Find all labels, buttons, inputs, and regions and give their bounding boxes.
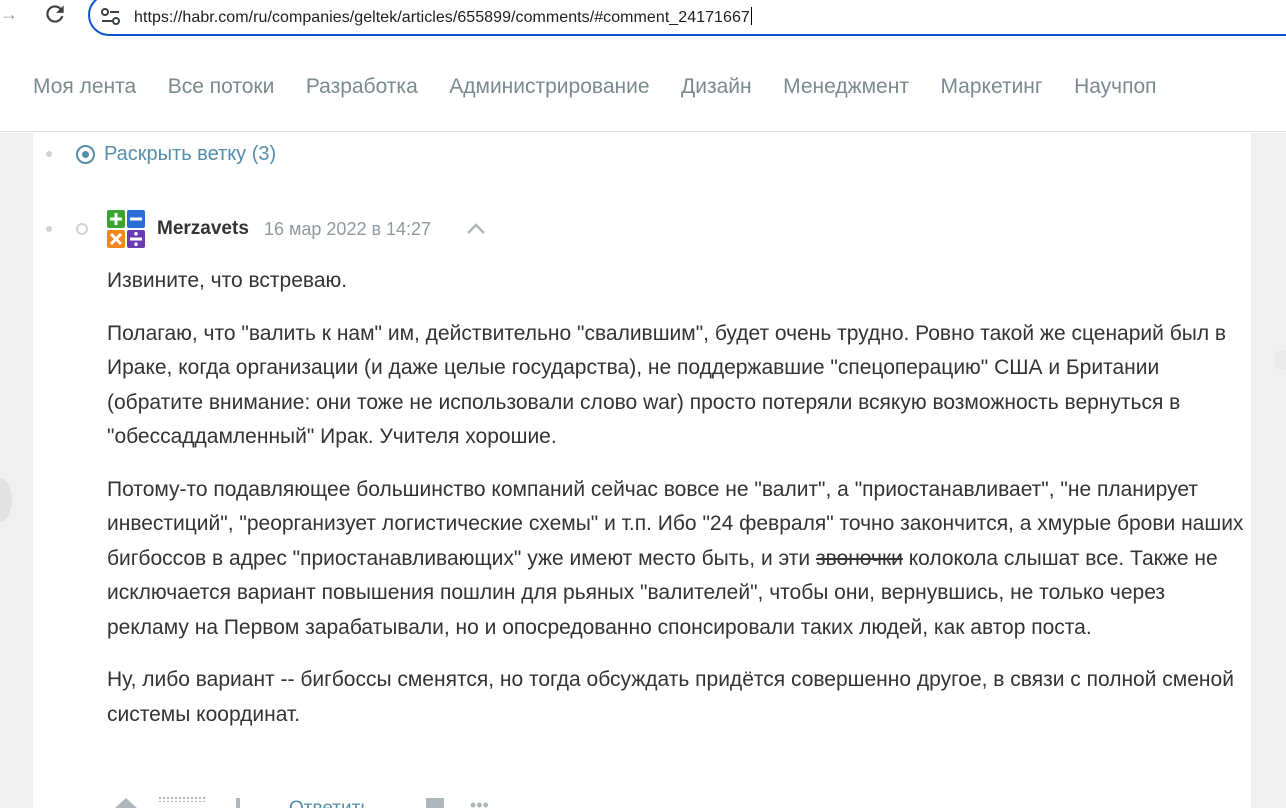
calculator-avatar[interactable] — [107, 210, 145, 248]
comment-actions: Ответить ••• — [0, 792, 600, 808]
nav-item-popsci[interactable]: Научпоп — [1074, 75, 1156, 99]
comment-paragraph: Ну, либо вариант -- бигбоссы сменятся, н… — [107, 668, 1234, 726]
arrow-down-icon[interactable] — [236, 798, 240, 808]
url-input[interactable]: https://habr.com/ru/companies/geltek/art… — [134, 7, 752, 27]
chevron-up-icon[interactable] — [466, 221, 486, 235]
bookmark-icon[interactable] — [426, 798, 444, 808]
nav-item-all-streams[interactable]: Все потоки — [168, 75, 275, 99]
comment-ring-icon — [76, 223, 88, 235]
comment-author[interactable]: Merzavets — [157, 218, 249, 240]
nav-item-management[interactable]: Менеджмент — [783, 75, 909, 99]
nav-item-development[interactable]: Разработка — [306, 75, 418, 99]
comment-paragraph: Полагаю, что "валить к нам" им, действит… — [107, 321, 1227, 449]
comment-paragraph: Потому-то подавляющее большинство компан… — [107, 473, 1247, 646]
arrow-right-icon[interactable]: → — [0, 2, 20, 26]
habr-top-nav: Моя лента Все потоки Разработка Админист… — [0, 36, 1286, 132]
comment-body: Извините, что встреваю. Полагаю, что "ва… — [107, 264, 1247, 750]
thread-bullet — [46, 151, 52, 157]
nav-list: Моя лента Все потоки Разработка Админист… — [33, 75, 1188, 99]
target-icon — [76, 145, 95, 164]
expand-branch-label: Раскрыть ветку (3) — [104, 143, 277, 165]
nav-item-my-feed[interactable]: Моя лента — [33, 75, 136, 99]
browser-toolbar: → https://habr.com/ru/companies/geltek/a… — [0, 0, 1286, 36]
address-bar[interactable]: https://habr.com/ru/companies/geltek/art… — [88, 0, 1286, 36]
page: → https://habr.com/ru/companies/geltek/a… — [0, 0, 1286, 808]
nav-item-administration[interactable]: Администрирование — [449, 75, 649, 99]
tune-icon[interactable] — [100, 7, 122, 27]
thread-bullet — [46, 226, 52, 232]
rating-placeholder — [158, 796, 206, 802]
arrow-up-icon[interactable] — [115, 798, 137, 808]
nav-item-design[interactable]: Дизайн — [681, 75, 752, 99]
reply-button[interactable]: Ответить — [289, 798, 370, 808]
strikethrough-text: звоночки — [815, 546, 903, 570]
reload-icon[interactable] — [42, 1, 68, 27]
scrollbar-thumb[interactable] — [1275, 351, 1286, 369]
nav-item-marketing[interactable]: Маркетинг — [940, 75, 1042, 99]
comment-timestamp[interactable]: 16 мар 2022 в 14:27 — [264, 219, 431, 240]
comment-paragraph: Извините, что встреваю. — [107, 269, 348, 292]
expand-branch-link[interactable]: Раскрыть ветку (3) — [76, 143, 276, 166]
more-icon[interactable]: ••• — [470, 796, 489, 808]
